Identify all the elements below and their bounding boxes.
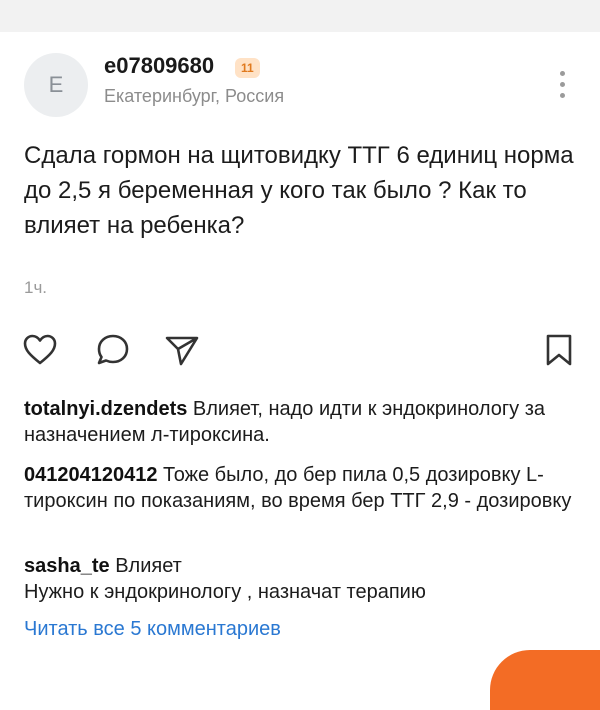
level-badge: 11	[235, 58, 260, 78]
comment-icon[interactable]	[95, 332, 131, 368]
comment-author[interactable]: totalnyi.dzendets	[24, 398, 187, 420]
comment-author[interactable]: sasha_te	[24, 555, 110, 577]
more-options-icon[interactable]	[553, 70, 573, 102]
avatar[interactable]: E	[24, 53, 88, 117]
comment-item: 041204120412 Тоже было, до бер пила 0,5 …	[24, 462, 584, 514]
comment-item: sasha_te Влияет Нужно к эндокринологу , …	[24, 553, 584, 605]
read-all-comments-link[interactable]: Читать все 5 комментариев	[24, 618, 281, 641]
heart-icon[interactable]	[22, 332, 58, 368]
avatar-letter: E	[48, 72, 64, 97]
bookmark-icon[interactable]	[541, 332, 577, 368]
comment-item: totalnyi.dzendets Влияет, надо идти к эн…	[24, 396, 584, 448]
username[interactable]: e07809680	[104, 53, 214, 79]
location[interactable]: Екатеринбург, Россия	[104, 86, 284, 107]
comment-author[interactable]: 041204120412	[24, 464, 157, 486]
post-text: Сдала гормон на щитовидку ТТГ 6 единиц н…	[24, 142, 574, 239]
post-time: 1ч.	[24, 278, 48, 297]
share-icon[interactable]	[164, 332, 200, 368]
create-post-button[interactable]	[490, 650, 600, 710]
top-separator-band	[0, 0, 600, 32]
